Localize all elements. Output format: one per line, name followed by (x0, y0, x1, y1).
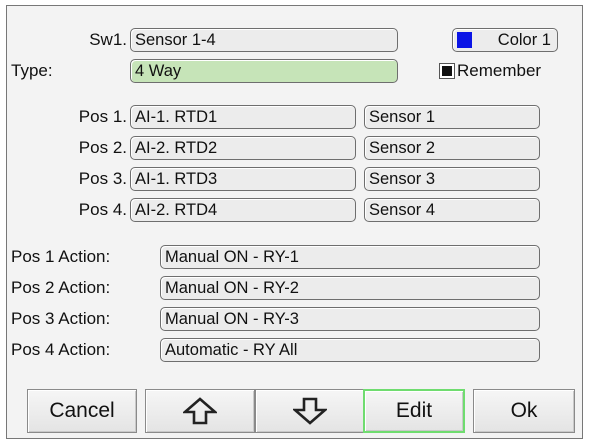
color-select-button[interactable]: Color 1 (452, 28, 558, 52)
pos-source-field[interactable]: AI-2. RTD2 (130, 136, 356, 160)
action-label: Pos 1 Action: (11, 247, 111, 266)
switch-config-panel: Sw1. Sensor 1-4 Color 1 Type: 4 Way Reme… (6, 5, 583, 439)
color-swatch (457, 32, 472, 48)
pos-source-field[interactable]: AI-1. RTD3 (130, 167, 356, 191)
color-label: Color 1 (497, 31, 551, 49)
pos-name-field[interactable]: Sensor 2 (364, 136, 540, 160)
pos-source-field[interactable]: AI-2. RTD4 (130, 198, 356, 222)
pos-label: Pos 4. (78, 200, 127, 219)
pos-label: Pos 3. (78, 169, 127, 188)
type-field[interactable]: 4 Way (130, 59, 398, 83)
switch-label: Sw1. (89, 30, 127, 49)
move-down-button[interactable] (255, 389, 365, 433)
check-mark-icon (442, 66, 452, 76)
pos-source-field[interactable]: AI-1. RTD1 (130, 105, 356, 129)
action-label: Pos 3 Action: (11, 309, 111, 328)
action-field[interactable]: Automatic - RY All (160, 338, 540, 362)
pos-name-field[interactable]: Sensor 1 (364, 105, 540, 129)
ok-button[interactable]: Ok (473, 389, 575, 433)
type-label: Type: (11, 61, 53, 80)
pos-label: Pos 1. (78, 107, 127, 126)
arrow-up-icon (183, 397, 217, 425)
edit-button[interactable]: Edit (363, 389, 465, 433)
remember-checkbox[interactable] (439, 63, 455, 79)
action-label: Pos 2 Action: (11, 278, 111, 297)
action-field[interactable]: Manual ON - RY-3 (160, 307, 540, 331)
action-label: Pos 4 Action: (11, 340, 111, 359)
remember-label: Remember (457, 61, 542, 80)
pos-label: Pos 2. (78, 138, 127, 157)
cancel-button[interactable]: Cancel (27, 389, 137, 433)
action-field[interactable]: Manual ON - RY-1 (160, 245, 540, 269)
pos-name-field[interactable]: Sensor 4 (364, 198, 540, 222)
arrow-down-icon (293, 397, 327, 425)
move-up-button[interactable] (145, 389, 255, 433)
switch-name-field[interactable]: Sensor 1-4 (130, 28, 398, 52)
pos-name-field[interactable]: Sensor 3 (364, 167, 540, 191)
action-field[interactable]: Manual ON - RY-2 (160, 276, 540, 300)
